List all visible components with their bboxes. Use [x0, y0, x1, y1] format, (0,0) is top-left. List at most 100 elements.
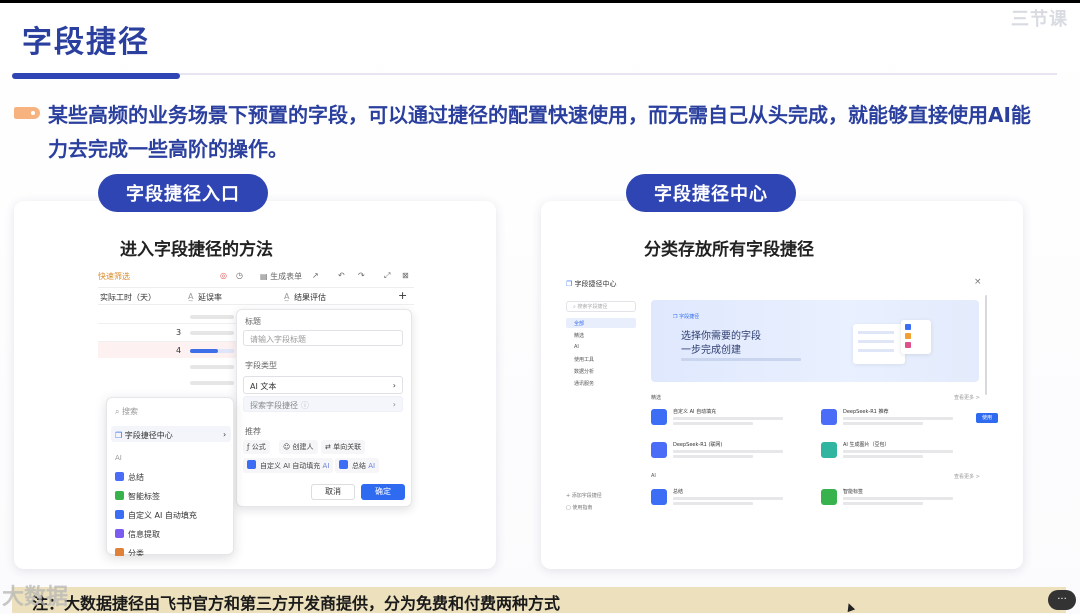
expand-icon[interactable]: ⤢ — [384, 271, 390, 281]
dropdown-section-label: AI — [115, 454, 122, 462]
shortcut-item-ai-image[interactable]: AI 生成图片（豆包） — [821, 440, 981, 466]
nav-item-featured[interactable]: 精选 — [566, 330, 636, 340]
shortcut-item-name: 智能标签 — [843, 489, 864, 495]
user-icon: ☺ — [283, 443, 293, 451]
shortcut-item-name: 总结 — [673, 489, 684, 495]
center-search-input[interactable]: ⌕ 搜索字段捷径 — [566, 301, 636, 312]
banner-tag: ❐ 字段捷径 — [673, 313, 699, 320]
table-cell[interactable]: 4 — [176, 346, 181, 355]
dropdown-search[interactable]: ⌕ 搜索 — [115, 406, 138, 417]
ai-fill-icon — [247, 460, 256, 469]
dropdown-item-label: 信息提取 — [128, 530, 160, 539]
redo-icon[interactable]: ↷ — [358, 271, 365, 280]
shortcut-desc-placeholder — [843, 502, 923, 505]
type-label: 字段类型 — [245, 361, 277, 370]
shortcut-desc-placeholder — [843, 455, 923, 458]
use-button[interactable]: 使用 — [976, 413, 998, 423]
chip-label: 公式 — [251, 443, 266, 451]
shortcut-item-custom-ai[interactable]: 自定义 AI 自动填充 — [651, 407, 811, 433]
dropdown-item-smart-tag[interactable]: 智能标签 — [115, 491, 160, 502]
ai-icon[interactable]: ◎ — [220, 271, 227, 280]
center-scrollbar[interactable] — [985, 295, 987, 395]
info-icon: ⓘ — [301, 401, 309, 410]
nav-item-comm[interactable]: 通讯服务 — [566, 378, 636, 388]
shortcut-item-summary[interactable]: 总结 — [651, 487, 811, 513]
section-featured-label: 精选 — [651, 395, 662, 401]
center-window-title: ❐ 字段捷径中心 — [566, 279, 617, 289]
shortcut-desc-placeholder — [843, 417, 953, 420]
chip-custom-ai[interactable]: 自定义 AI 自动填充 AI — [243, 458, 334, 473]
add-shortcut-link[interactable]: + 添加字段捷径 — [566, 492, 602, 499]
banner-illustration-card — [901, 320, 931, 354]
shortcut-desc-placeholder — [673, 497, 783, 500]
chip-formula[interactable]: ƒ 公式 — [243, 440, 270, 454]
shortcut-desc-placeholder — [843, 497, 953, 500]
column-header[interactable]: 延误率 — [198, 292, 222, 303]
column-header[interactable]: 实际工时（天） — [100, 292, 156, 303]
field-type-icon: A̲ — [188, 292, 194, 301]
table-toolbar: 快速筛选 ◎ ◷ ▤ 生成表单 ↗ ↶ ↷ ⤢ ⊠ — [98, 269, 414, 285]
image-icon — [821, 442, 837, 458]
shortcut-desc-placeholder — [843, 450, 953, 453]
shortcut-desc-placeholder — [673, 417, 783, 420]
tag-icon — [821, 489, 837, 505]
dropdown-item-custom-ai[interactable]: 自定义 AI 自动填充 — [115, 510, 197, 521]
chip-creator[interactable]: ☺ 创建人 — [279, 440, 318, 454]
form-icon: ▤ — [260, 272, 271, 281]
dropdown-item-classify[interactable]: 分类 — [115, 548, 144, 556]
banner-subheading: 一步完成创建 — [681, 345, 741, 356]
shortcut-desc-placeholder — [843, 422, 923, 425]
shortcut-desc-placeholder — [673, 455, 753, 458]
shortcut-item-deepseek[interactable]: DeepSeek-R1 推荐 — [821, 407, 981, 433]
field-title-input[interactable]: 请输入字段标题 — [243, 330, 403, 346]
chip-summary[interactable]: 总结 AI — [335, 458, 380, 473]
nav-item-ai[interactable]: AI — [566, 342, 636, 352]
chip-link[interactable]: ⇄ 单向关联 — [321, 440, 366, 454]
section-ai-label: AI — [651, 473, 656, 479]
description-text: 某些高频的业务场景下预置的字段，可以通过捷径的配置快速使用，而无需自己从头完成，… — [48, 103, 1031, 161]
add-column-icon[interactable]: + — [398, 289, 407, 302]
shortcut-item-smart-tag[interactable]: 智能标签 — [821, 487, 981, 513]
gen-form-button[interactable]: ▤ 生成表单 — [260, 271, 302, 282]
column-header[interactable]: 结果评估 — [294, 292, 326, 303]
table-cell[interactable]: 3 — [176, 328, 181, 337]
share-icon[interactable]: ↗ — [312, 271, 319, 280]
ai-badge: AI — [322, 462, 330, 470]
shortcut-item-deepseek-web[interactable]: DeepSeek-R1 (联网) — [651, 440, 811, 466]
toolbar-tag[interactable]: 快速筛选 — [98, 271, 130, 282]
tag-icon — [115, 491, 124, 500]
dropdown-item-summary[interactable]: 总结 — [115, 472, 144, 483]
see-more-link[interactable]: 查看更多 > — [954, 394, 980, 401]
illustration-line — [858, 349, 894, 352]
dropdown-item-label: 自定义 AI 自动填充 — [128, 511, 197, 520]
search-placeholder: 搜索 — [122, 407, 139, 416]
title-accent-bar — [12, 73, 180, 79]
shortcut-desc-placeholder — [673, 450, 783, 453]
cell-placeholder — [190, 315, 234, 319]
see-more-link[interactable]: 查看更多 > — [954, 473, 980, 480]
footnote-text: 注：大数据捷径由飞书官方和第三方开发商提供，分为免费和付费两种方式 — [32, 594, 561, 613]
cell-placeholder — [190, 381, 234, 385]
guide-link[interactable]: ▢ 使用指南 — [566, 504, 592, 511]
more-options-button[interactable]: ··· — [1048, 590, 1076, 610]
right-card-subtitle: 分类存放所有字段捷径 — [644, 240, 814, 260]
nav-item-analysis[interactable]: 数据分析 — [566, 366, 636, 376]
undo-icon[interactable]: ↶ — [338, 271, 345, 280]
explore-shortcuts-button[interactable]: 探索字段捷径 ⓘ › — [243, 396, 403, 412]
chip-label: 总结 — [352, 462, 366, 470]
field-type-select[interactable]: AI 文本 › — [243, 376, 403, 394]
close-icon[interactable]: × — [974, 277, 982, 287]
guide-label: 使用指南 — [572, 505, 593, 511]
nav-item-tools[interactable]: 使用工具 — [566, 354, 636, 364]
close-icon[interactable]: ⊠ — [402, 271, 409, 280]
clock-icon[interactable]: ◷ — [236, 271, 243, 280]
confirm-button[interactable]: 确定 — [361, 484, 405, 500]
nav-item-all[interactable]: 全部 — [566, 318, 636, 328]
shortcut-item-name: AI 生成图片（豆包） — [843, 442, 890, 448]
dropdown-item-center[interactable]: ❐ 字段捷径中心 › — [115, 430, 226, 441]
left-card-subtitle: 进入字段捷径的方法 — [120, 240, 273, 260]
banner-heading: 选择你需要的字段 — [681, 331, 761, 342]
cancel-button[interactable]: 取消 — [311, 484, 355, 500]
row-divider — [98, 323, 238, 324]
dropdown-item-extract[interactable]: 信息提取 — [115, 529, 160, 540]
